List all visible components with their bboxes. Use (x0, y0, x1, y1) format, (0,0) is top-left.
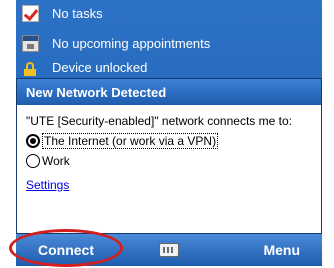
device-screen: No tasks No upcoming appointments Device… (16, 0, 322, 266)
today-item-tasks[interactable]: No tasks (16, 0, 322, 26)
option-work[interactable]: Work (26, 153, 312, 169)
calendar-icon (22, 35, 39, 52)
today-item-appointments[interactable]: No upcoming appointments (16, 30, 322, 56)
lock-icon (24, 62, 36, 76)
today-item-label: No tasks (52, 5, 103, 21)
option-label: The Internet (or work via a VPN) (42, 133, 219, 149)
option-label: Work (42, 154, 70, 168)
connect-softkey[interactable]: Connect (38, 242, 94, 258)
notification-message: "UTE [Security-enabled]" network connect… (26, 114, 292, 128)
today-item-label: Device unlocked (52, 60, 148, 75)
today-item-label: No upcoming appointments (52, 35, 211, 51)
radio-button[interactable] (26, 154, 40, 168)
today-item-device-lock[interactable]: Device unlocked (16, 60, 322, 78)
tasks-icon (22, 5, 39, 22)
option-internet[interactable]: The Internet (or work via a VPN) (26, 133, 312, 149)
menu-softkey[interactable]: Menu (263, 242, 300, 258)
keyboard-icon[interactable] (159, 243, 179, 257)
notification-title: New Network Detected (17, 79, 321, 105)
softkey-bar: Connect Menu (16, 234, 322, 266)
settings-link[interactable]: Settings (26, 178, 69, 192)
network-notification: New Network Detected "UTE [Security-enab… (16, 78, 322, 234)
radio-button-selected[interactable] (26, 134, 40, 148)
